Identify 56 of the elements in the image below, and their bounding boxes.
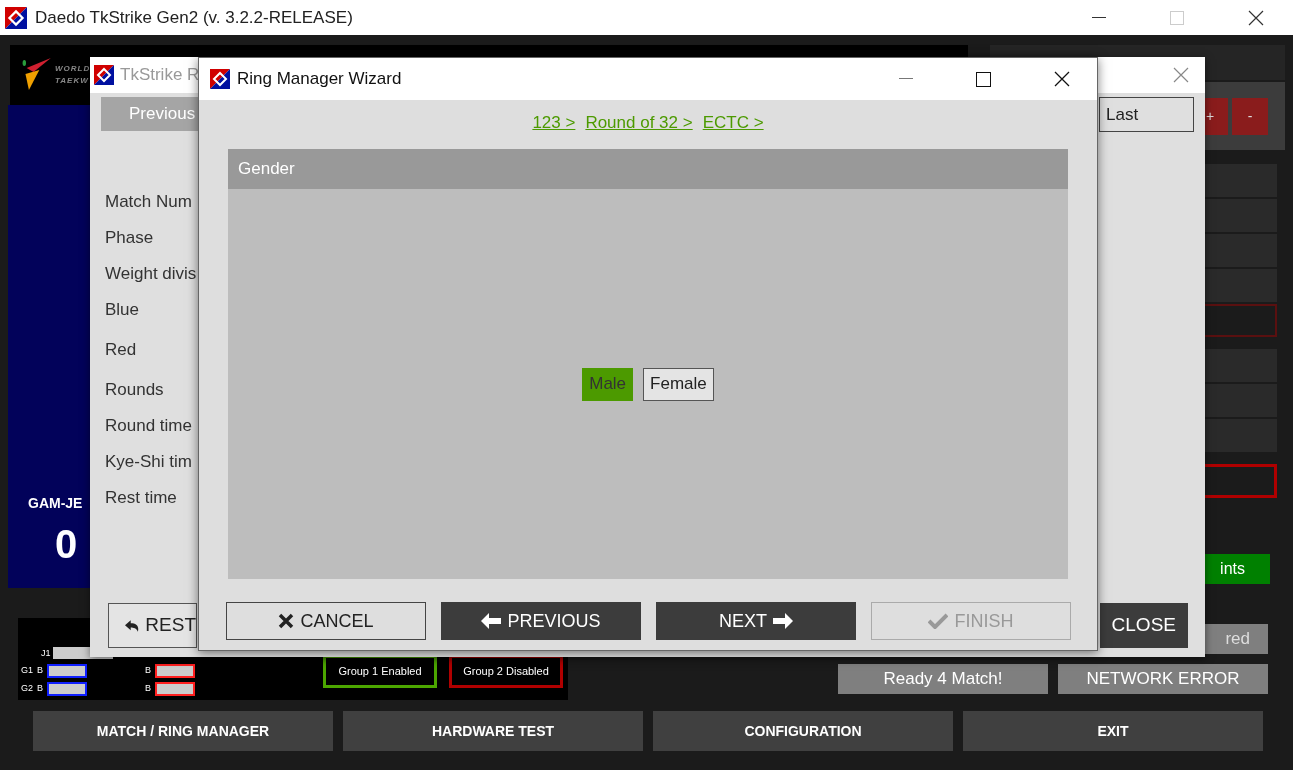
maximize-icon[interactable] bbox=[976, 71, 991, 87]
field-label: Red bbox=[105, 339, 138, 361]
status-label: NETWORK ERROR bbox=[1058, 664, 1268, 694]
arrow-left-icon bbox=[481, 613, 502, 629]
sensor-indicator bbox=[47, 664, 88, 678]
sensor-side-label: B bbox=[145, 664, 152, 678]
app-icon bbox=[94, 65, 114, 85]
close-button[interactable]: CLOSE bbox=[1100, 603, 1188, 648]
last-button[interactable]: Last bbox=[1099, 97, 1194, 132]
logo-text: TAEKW bbox=[55, 75, 90, 87]
field-label: Match Num bbox=[105, 191, 193, 213]
close-icon[interactable] bbox=[1054, 71, 1070, 87]
sensor-indicator bbox=[155, 682, 196, 696]
status-label: Ready 4 Match! bbox=[838, 664, 1048, 694]
sensor-indicator bbox=[155, 664, 196, 678]
field-label: Kye-Shi tim bbox=[105, 451, 193, 473]
score-button[interactable]: - bbox=[1232, 97, 1268, 135]
next-button[interactable]: NEXT bbox=[656, 602, 856, 640]
app-icon bbox=[5, 6, 27, 29]
nav-button[interactable]: EXIT bbox=[963, 711, 1263, 751]
close-icon bbox=[278, 613, 295, 629]
app-icon bbox=[210, 69, 230, 89]
field-label: Phase bbox=[105, 227, 155, 249]
logo-text: WORLD bbox=[55, 63, 91, 75]
judge-label: J1 bbox=[41, 646, 51, 660]
field-label: Rest time bbox=[105, 487, 178, 509]
sensor-side-label: B bbox=[37, 664, 44, 678]
wizard-title: Ring Manager Wizard bbox=[237, 68, 402, 91]
previous-button[interactable]: PREVIOUS bbox=[441, 602, 641, 640]
nav-button[interactable]: MATCH / RING MANAGER bbox=[33, 711, 333, 751]
sensor-indicator bbox=[47, 682, 88, 696]
penalty-label: GAM-JE bbox=[28, 494, 83, 513]
nav-button[interactable]: HARDWARE TEST bbox=[343, 711, 643, 751]
back-arrow-icon bbox=[125, 617, 140, 634]
field-label: Round time bbox=[105, 415, 193, 437]
gender-option[interactable]: Female bbox=[643, 367, 714, 401]
dialog-title: TkStrike R bbox=[120, 64, 200, 87]
cancel-button[interactable]: CANCEL bbox=[226, 602, 426, 640]
rest-button[interactable]: REST bbox=[108, 603, 197, 648]
sensor-side-label: B bbox=[37, 682, 44, 696]
sensor-side-label: B bbox=[145, 682, 152, 696]
penalty-count: 0 bbox=[54, 521, 78, 568]
arrow-right-icon bbox=[773, 613, 793, 629]
field-label: Blue bbox=[105, 299, 141, 321]
group-label: G2 bbox=[21, 682, 33, 696]
minimize-icon[interactable] bbox=[1092, 16, 1106, 19]
field-label: Rounds bbox=[105, 379, 165, 401]
close-icon[interactable] bbox=[1248, 9, 1264, 26]
window-title: Daedo TkStrike Gen2 (v. 3.2.2-RELEASE) bbox=[35, 6, 353, 29]
field-label: Weight divis bbox=[105, 263, 198, 285]
gender-option[interactable]: Male bbox=[582, 367, 634, 401]
section-header: Gender bbox=[228, 149, 1068, 189]
nav-button[interactable]: CONFIGURATION bbox=[653, 711, 953, 751]
logo-icon bbox=[22, 58, 52, 92]
group-label: G1 bbox=[21, 664, 33, 678]
check-icon bbox=[928, 613, 949, 629]
